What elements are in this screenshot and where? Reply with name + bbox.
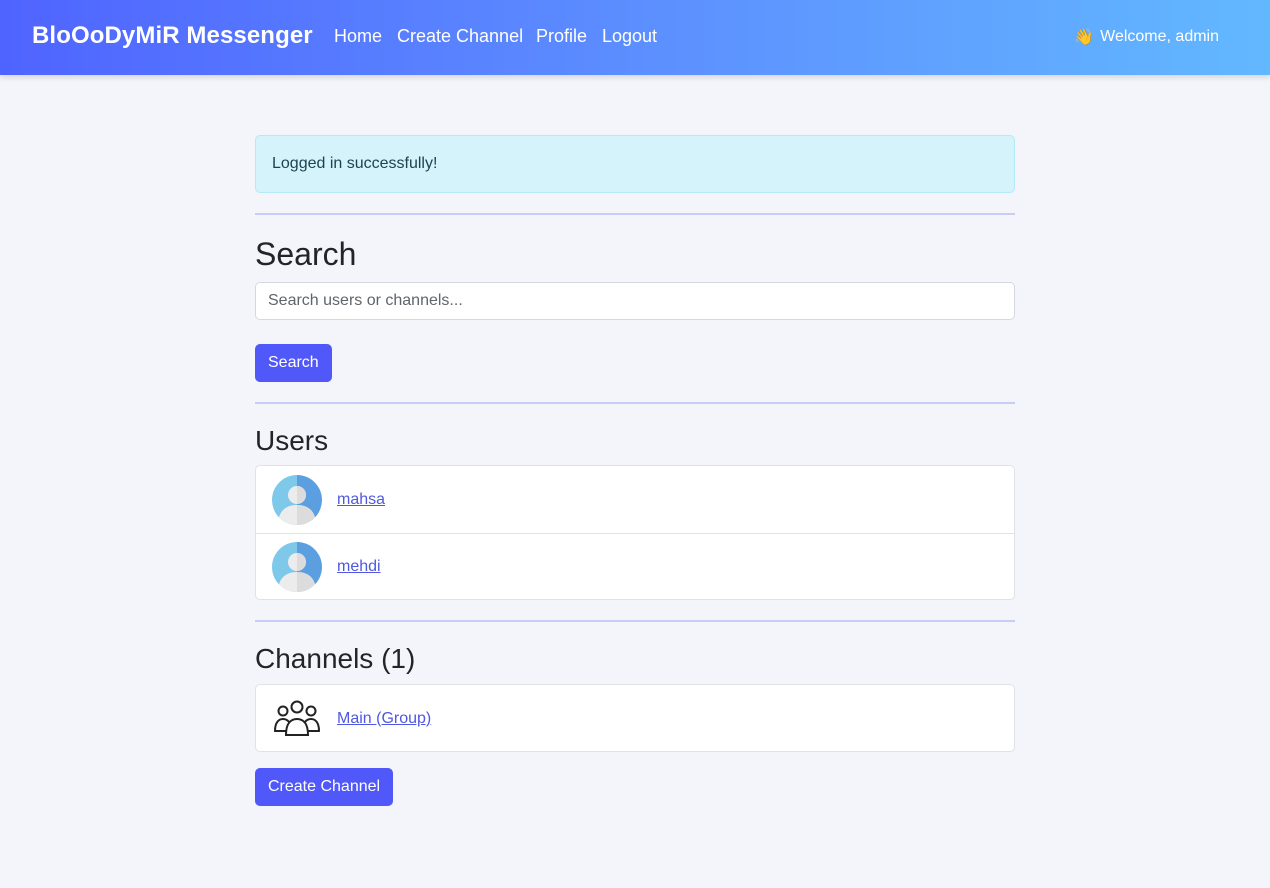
channel-list-item: Main (Group) [256,685,1014,752]
alert-message: Logged in successfully! [272,155,438,172]
section-divider [255,402,1015,404]
user-link-mahsa[interactable]: mahsa [337,491,385,509]
section-divider [255,620,1015,622]
welcome-text: Welcome, admin [1100,28,1219,45]
user-link-mehdi[interactable]: mehdi [337,558,381,576]
user-avatar-icon [272,542,322,592]
user-avatar-icon [272,474,322,525]
nav-link-profile[interactable]: Profile [536,26,587,47]
users-heading: Users [255,425,329,456]
welcome-message: 👋 Welcome, admin [1074,27,1219,47]
nav-link-create-channel[interactable]: Create Channel [397,26,523,47]
search-input[interactable] [255,282,1015,320]
channels-heading: Channels (1) [255,643,416,674]
login-success-alert: Logged in successfully! [255,135,1015,193]
waving-hand-icon: 👋 [1074,29,1095,46]
channel-link-main[interactable]: Main (Group) [337,710,431,728]
channels-list: Main (Group) [255,684,1015,752]
users-list: mahsa mehdi [255,465,1015,600]
brand-logo-link[interactable]: BloOoDyMiR Messenger [32,22,313,50]
user-list-item: mahsa [256,466,1014,533]
nav-link-logout[interactable]: Logout [602,26,657,47]
section-divider [255,213,1015,215]
search-button[interactable]: Search [255,344,332,382]
group-icon [274,700,320,736]
create-channel-button[interactable]: Create Channel [255,768,394,806]
user-list-item: mehdi [256,533,1014,600]
top-navbar: BloOoDyMiR Messenger Home Create Channel… [0,0,1270,75]
nav-link-home[interactable]: Home [334,26,382,47]
search-heading: Search [255,236,357,272]
